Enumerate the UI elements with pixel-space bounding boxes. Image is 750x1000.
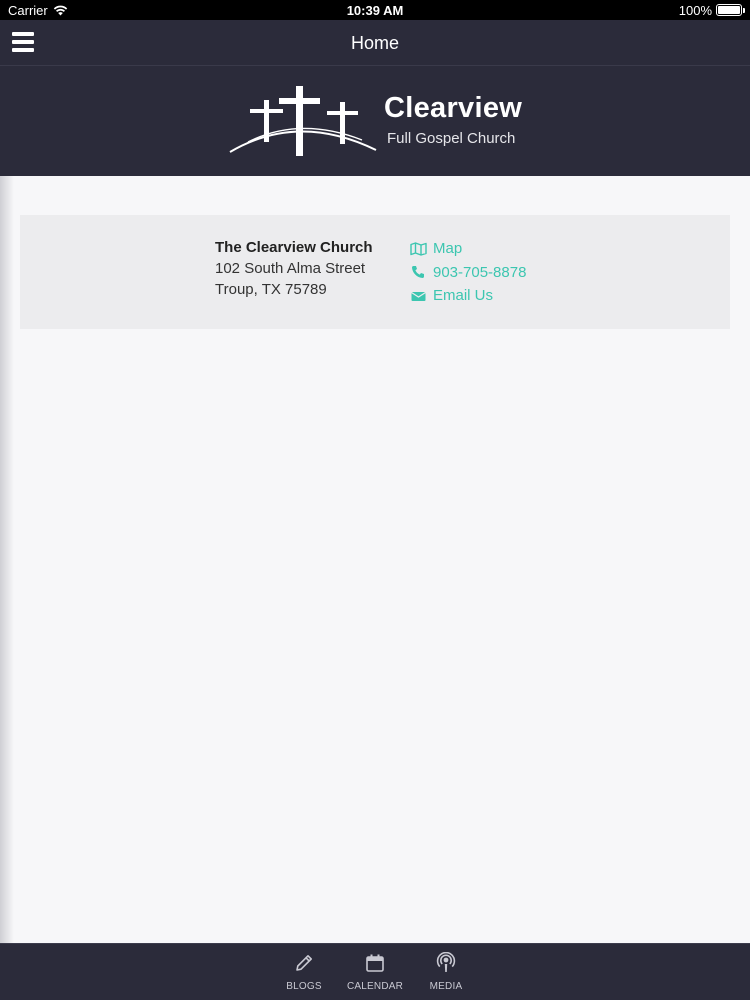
- tab-media-label: MEDIA: [429, 981, 463, 992]
- logo-subtitle: Full Gospel Church: [387, 130, 516, 147]
- map-icon: [410, 242, 427, 256]
- email-link[interactable]: Email Us: [410, 284, 526, 308]
- tab-blogs[interactable]: BLOGS: [281, 944, 327, 1000]
- contact-info-card: The Clearview Church 102 South Alma Stre…: [20, 215, 730, 329]
- tab-media[interactable]: MEDIA: [423, 944, 469, 1000]
- address-block: The Clearview Church 102 South Alma Stre…: [215, 237, 373, 300]
- email-link-label: Email Us: [433, 287, 494, 304]
- envelope-icon: [411, 291, 426, 301]
- carrier-label: Carrier: [8, 2, 48, 18]
- map-link-label: Map: [433, 240, 463, 257]
- address-line-2: Troup, TX 75789: [215, 281, 327, 298]
- church-logo: Clearview Full Gospel Church: [228, 84, 528, 160]
- header-banner: Clearview Full Gospel Church: [0, 66, 750, 176]
- contact-links: Map 903-705-8878 Email Us: [410, 237, 526, 308]
- calendar-icon: [366, 954, 384, 972]
- three-crosses-icon: [229, 86, 377, 156]
- status-right: 100%: [678, 2, 745, 18]
- side-drawer-shadow: [0, 176, 14, 943]
- page-title: Home: [350, 33, 399, 53]
- nav-bar: Home: [0, 20, 750, 66]
- map-link[interactable]: Map: [410, 237, 526, 261]
- main-content: The Clearview Church 102 South Alma Stre…: [0, 176, 750, 943]
- status-time: 10:39 AM: [346, 2, 404, 18]
- logo-name: Clearview: [384, 92, 523, 124]
- tab-blogs-label: BLOGS: [286, 981, 322, 992]
- bottom-tab-bar: BLOGS CALENDAR MEDIA: [0, 943, 750, 1000]
- address-line-1: 102 South Alma Street: [215, 260, 366, 277]
- phone-link-label: 903-705-8878: [433, 263, 527, 281]
- wifi-icon: [53, 5, 67, 15]
- phone-icon: [412, 266, 424, 279]
- battery-icon: [716, 4, 745, 16]
- church-name: The Clearview Church: [215, 239, 373, 256]
- phone-link[interactable]: 903-705-8878: [410, 261, 526, 285]
- status-left: Carrier: [8, 3, 68, 18]
- podcast-icon: [436, 952, 456, 972]
- pencil-icon: [296, 955, 312, 971]
- battery-fill: [718, 6, 740, 14]
- battery-percent: 100%: [678, 2, 712, 18]
- tab-calendar-label: CALENDAR: [346, 981, 404, 992]
- tab-calendar[interactable]: CALENDAR: [345, 944, 405, 1000]
- status-bar: Carrier 10:39 AM 100%: [0, 0, 750, 20]
